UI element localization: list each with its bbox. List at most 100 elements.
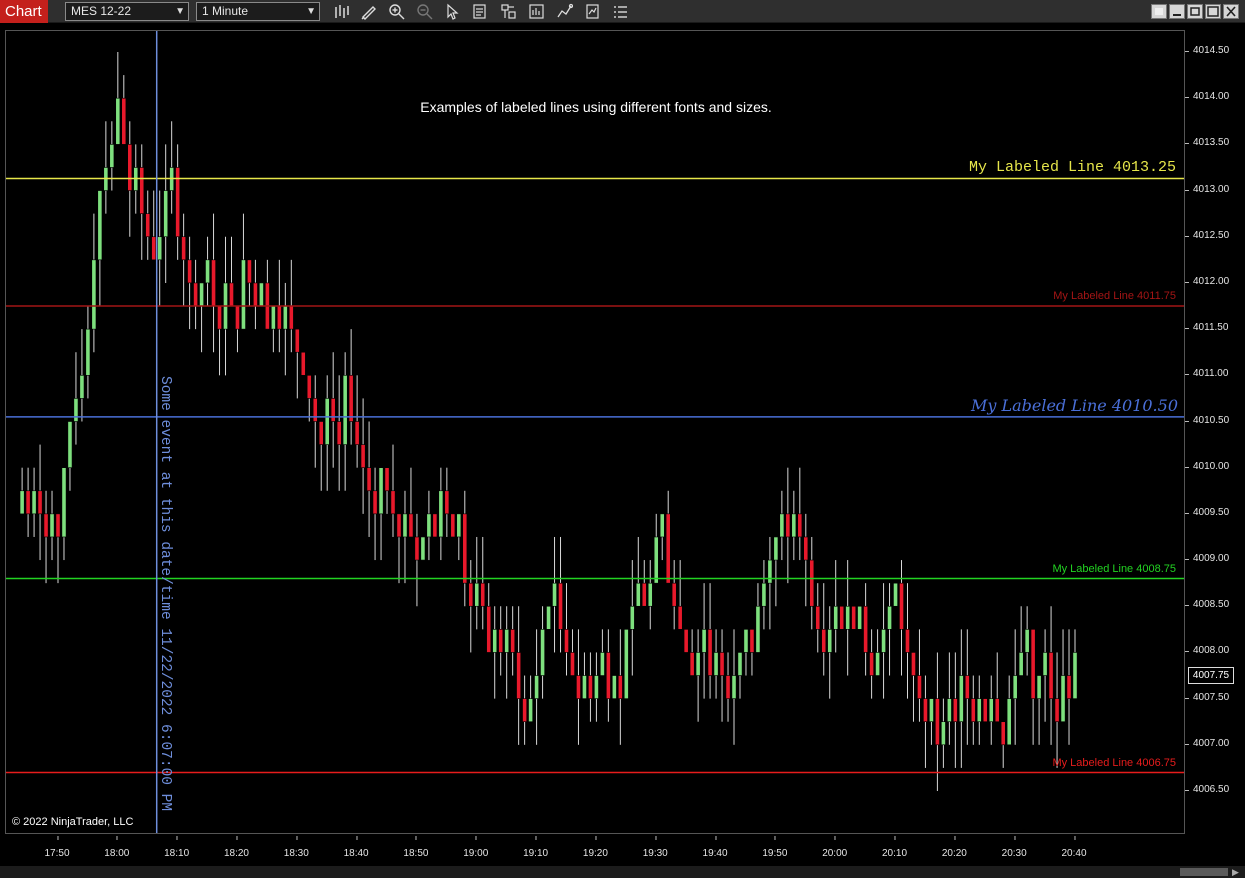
candle-down bbox=[366, 467, 372, 492]
candle-down bbox=[360, 444, 366, 468]
candle-down bbox=[414, 536, 420, 561]
candle-down bbox=[193, 282, 198, 307]
chevron-down-icon: ▼ bbox=[306, 6, 316, 17]
time-tick-label: 19:30 bbox=[642, 836, 668, 859]
candle-down bbox=[522, 698, 528, 723]
candle-up bbox=[958, 675, 964, 723]
candle-up bbox=[976, 698, 982, 723]
restore-icon[interactable] bbox=[1187, 4, 1203, 19]
strategies-icon[interactable] bbox=[556, 3, 573, 20]
candle-up bbox=[653, 536, 659, 584]
bar-type-icon[interactable] bbox=[333, 3, 350, 20]
candle-up bbox=[988, 698, 994, 723]
time-tick-label: 20:10 bbox=[882, 836, 908, 859]
labeled-line-label[interactable]: My Labeled Line 4013.25 bbox=[969, 159, 1176, 176]
time-tick-label: 18:40 bbox=[343, 836, 369, 859]
chart-panel[interactable]: Examples of labeled lines using differen… bbox=[5, 30, 1185, 834]
candle-up bbox=[205, 259, 210, 284]
instrument-selector[interactable]: MES 12-22 ▼ bbox=[65, 2, 189, 21]
candle-up bbox=[163, 190, 169, 238]
candle-down bbox=[1054, 698, 1060, 723]
time-tick-label: 18:20 bbox=[223, 836, 249, 859]
indicators-icon[interactable] bbox=[528, 3, 545, 20]
candle-up bbox=[19, 490, 25, 515]
data-box-icon[interactable] bbox=[472, 3, 489, 20]
chart-annotation-text[interactable]: Examples of labeled lines using differen… bbox=[6, 99, 1184, 115]
interval-selector[interactable]: 1 Minute ▼ bbox=[196, 2, 320, 21]
candle-down bbox=[139, 167, 145, 214]
candle-down bbox=[564, 629, 569, 653]
candle-up bbox=[761, 582, 767, 607]
labeled-line-label[interactable]: My Labeled Line 4006.75 bbox=[1052, 757, 1176, 769]
properties-icon[interactable] bbox=[612, 3, 629, 20]
templates-icon[interactable] bbox=[584, 3, 601, 20]
candle-up bbox=[241, 259, 246, 330]
candle-up bbox=[270, 305, 276, 330]
pencil-draw-icon[interactable] bbox=[360, 3, 377, 20]
candle-up bbox=[629, 605, 635, 630]
candle-up bbox=[791, 513, 797, 538]
candle-up bbox=[594, 675, 599, 699]
maximize-icon[interactable] bbox=[1205, 4, 1221, 19]
chevron-down-icon: ▼ bbox=[175, 6, 185, 17]
candle-up bbox=[259, 282, 264, 307]
candle-up bbox=[540, 629, 545, 676]
candle-up bbox=[773, 536, 779, 561]
candle-down bbox=[247, 259, 252, 284]
candle-down bbox=[390, 490, 396, 515]
pointer-icon[interactable] bbox=[444, 3, 461, 20]
candle-up bbox=[845, 605, 851, 630]
candle-down bbox=[719, 652, 725, 676]
zoom-out-icon[interactable] bbox=[416, 3, 433, 20]
price-axis[interactable]: 4014.50 4014.00 4013.50 4013.00 4012.50 4012.… bbox=[1184, 30, 1245, 834]
candle-up bbox=[79, 375, 85, 399]
time-axis[interactable]: 17:50 18:00 18:10 18:20 18:30 18:40 18:50 19:00… bbox=[5, 834, 1185, 864]
candle-down bbox=[348, 375, 354, 422]
candle-up bbox=[552, 582, 557, 607]
minimize-icon[interactable] bbox=[1169, 4, 1185, 19]
time-tick-label: 18:10 bbox=[164, 836, 190, 859]
price-tick-label: 4008.00 bbox=[1184, 645, 1230, 657]
candle-down bbox=[797, 513, 803, 538]
horizontal-scrollbar[interactable]: ▶ bbox=[0, 866, 1245, 878]
candle-up bbox=[1060, 675, 1066, 723]
candle-down bbox=[1000, 721, 1006, 746]
candle-down bbox=[181, 236, 187, 261]
candle-up bbox=[199, 282, 204, 307]
candle-down bbox=[306, 375, 312, 399]
candle-down bbox=[450, 513, 456, 538]
candle-down bbox=[935, 698, 940, 746]
time-tick-label: 20:30 bbox=[1001, 836, 1027, 859]
scroll-right-icon[interactable]: ▶ bbox=[1232, 866, 1239, 878]
candle-down bbox=[330, 398, 336, 422]
candle-up bbox=[887, 605, 892, 630]
close-icon[interactable] bbox=[1223, 4, 1239, 19]
vertical-line-label[interactable]: Some event at this date/time 11/22/2022 … bbox=[157, 376, 173, 811]
candle-up bbox=[946, 698, 952, 723]
candle-down bbox=[276, 305, 282, 330]
instrument-value: MES 12-22 bbox=[71, 4, 132, 18]
candle-up bbox=[713, 652, 719, 676]
copyright-text: © 2022 NinjaTrader, LLC bbox=[12, 816, 134, 828]
labeled-line-label[interactable]: My Labeled Line 4008.75 bbox=[1052, 563, 1176, 575]
candle-up bbox=[600, 652, 605, 676]
price-tick-label: 4009.50 bbox=[1184, 506, 1230, 518]
candle-up bbox=[534, 675, 539, 699]
zoom-in-icon[interactable] bbox=[388, 3, 405, 20]
price-chart[interactable] bbox=[6, 31, 1185, 834]
pin-icon[interactable] bbox=[1151, 4, 1167, 19]
scrollbar-thumb[interactable] bbox=[1180, 868, 1228, 876]
labeled-line-label[interactable]: My Labeled Line 4011.75 bbox=[1053, 290, 1176, 302]
labeled-line-label[interactable]: My Labeled Line 4010.50 bbox=[971, 396, 1178, 415]
candle-down bbox=[1066, 675, 1072, 699]
candle-up bbox=[635, 582, 641, 607]
candle-down bbox=[235, 305, 240, 330]
candle-down bbox=[211, 259, 216, 307]
price-tick-label: 4014.00 bbox=[1184, 91, 1230, 103]
candle-down bbox=[354, 421, 360, 445]
candle-down bbox=[982, 698, 988, 723]
candle-down bbox=[288, 305, 294, 330]
time-tick-label: 19:20 bbox=[582, 836, 608, 859]
candle-up bbox=[659, 513, 665, 538]
chart-trader-icon[interactable] bbox=[500, 3, 517, 20]
